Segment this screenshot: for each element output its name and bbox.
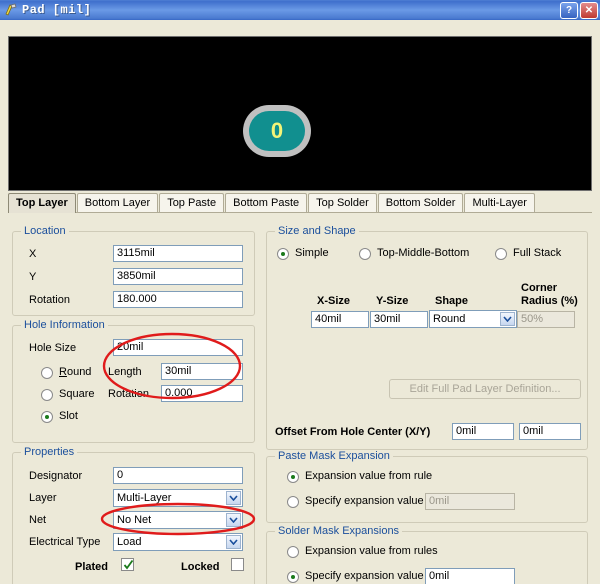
hole-round-label: Round (59, 366, 92, 378)
paste-specify-label: Specify expansion value (305, 495, 424, 507)
corner-radius-header-line1: Corner (521, 282, 558, 294)
paste-mask-expansion-group: Paste Mask Expansion Expansion value fro… (266, 450, 588, 523)
paste-from-rule-label: Expansion value from rule (305, 470, 433, 482)
solder-specify-label: Specify expansion value (305, 570, 424, 582)
tab-top-layer[interactable]: Top Layer (8, 193, 76, 213)
app-icon (3, 2, 19, 18)
pad-properties-dialog: Pad [mil] ? ✕ 0 Top Layer Bottom Layer T… (0, 0, 600, 584)
hole-size-input[interactable]: 20mil (113, 339, 243, 356)
locked-label: Locked (181, 561, 220, 573)
tab-bottom-layer[interactable]: Bottom Layer (76, 193, 159, 212)
tab-bottom-paste[interactable]: Bottom Paste (225, 193, 308, 212)
hole-round-radio[interactable] (41, 367, 53, 379)
rotation-input[interactable]: 180.000 (113, 291, 243, 308)
designator-input[interactable]: 0 (113, 467, 243, 484)
corner-radius-input: 50% (517, 311, 575, 328)
y-input[interactable]: 3850mil (113, 268, 243, 285)
chevron-down-icon[interactable] (226, 491, 241, 505)
corner-radius-header-line2: Radius (%) (521, 295, 578, 307)
shape-combo[interactable]: Round (429, 310, 517, 328)
offset-y-input[interactable]: 0mil (519, 423, 581, 440)
x-label: X (29, 248, 37, 260)
layer-combo-value: Multi-Layer (117, 492, 172, 504)
solder-specify-radio[interactable] (287, 571, 299, 583)
solder-mask-expansions-group-label: Solder Mask Expansions (275, 525, 403, 537)
offset-from-hole-center-label: Offset From Hole Center (X/Y) (275, 426, 431, 438)
hole-rotation-input[interactable]: 0.000 (161, 385, 243, 402)
size-and-shape-group: Size and Shape Simple Top-Middle-Bottom … (266, 225, 588, 450)
full-stack-radio[interactable] (495, 248, 507, 260)
tab-bottom-solder[interactable]: Bottom Solder (377, 193, 464, 212)
paste-from-rule-radio[interactable] (287, 471, 299, 483)
tab-top-paste[interactable]: Top Paste (159, 193, 225, 212)
x-input[interactable]: 3115mil (113, 245, 243, 262)
chevron-down-icon[interactable] (226, 535, 241, 549)
hole-square-label: Square (59, 388, 95, 400)
pad-preview-panel: 0 (8, 36, 592, 191)
y-label: Y (29, 271, 37, 283)
paste-specify-input: 0mil (425, 493, 515, 510)
electrical-type-combo-value: Load (117, 536, 142, 548)
shape-combo-value: Round (433, 313, 466, 325)
hole-size-label: Hole Size (29, 342, 77, 354)
layer-combo[interactable]: Multi-Layer (113, 489, 243, 507)
net-combo[interactable]: No Net (113, 511, 243, 529)
hole-slot-label: Slot (59, 410, 78, 422)
shape-header: Shape (435, 295, 469, 307)
x-size-input[interactable]: 40mil (311, 311, 369, 328)
hole-rotation-label: Rotation (108, 388, 149, 400)
tab-multi-layer[interactable]: Multi-Layer (464, 193, 535, 212)
net-combo-value: No Net (117, 514, 152, 526)
paste-specify-radio[interactable] (287, 496, 299, 508)
title-bar-buttons: ? ✕ (560, 2, 598, 19)
tab-top-solder[interactable]: Top Solder (308, 193, 377, 212)
location-group: Location X 3115mil Y 3850mil Rotation 18… (12, 225, 255, 316)
solder-mask-expansions-group: Solder Mask Expansions Expansion value f… (266, 525, 588, 584)
size-and-shape-group-label: Size and Shape (275, 225, 359, 237)
electrical-type-combo[interactable]: Load (113, 533, 243, 551)
pad-preview-copper: 0 (249, 111, 305, 151)
top-middle-bottom-radio[interactable] (359, 248, 371, 260)
y-size-header: Y-Size (376, 295, 409, 307)
layer-label: Layer (29, 492, 57, 504)
full-stack-label: Full Stack (513, 247, 562, 259)
solder-from-rules-label: Expansion value from rules (305, 545, 438, 557)
hole-information-group-label: Hole Information (21, 319, 108, 331)
pad-preview-designator: 0 (270, 118, 284, 143)
designator-label: Designator (29, 470, 83, 482)
close-button[interactable]: ✕ (580, 2, 598, 19)
simple-mode-label: Simple (295, 247, 329, 259)
layer-tab-strip: Top Layer Bottom Layer Top Paste Bottom … (8, 193, 592, 213)
hole-slot-radio[interactable] (41, 411, 53, 423)
simple-mode-radio[interactable] (277, 248, 289, 260)
chevron-down-icon[interactable] (226, 513, 241, 527)
offset-x-input[interactable]: 0mil (452, 423, 514, 440)
hole-length-input[interactable]: 30mil (161, 363, 243, 380)
plated-label: Plated (75, 561, 109, 573)
hole-square-radio[interactable] (41, 389, 53, 401)
rotation-label: Rotation (29, 294, 70, 306)
window-title: Pad [mil] (22, 3, 92, 17)
edit-full-pad-layer-definition-button: Edit Full Pad Layer Definition... (389, 379, 581, 399)
properties-group-label: Properties (21, 446, 78, 458)
title-bar: Pad [mil] ? ✕ (0, 0, 600, 20)
net-label: Net (29, 514, 47, 526)
dialog-client-area: 0 Top Layer Bottom Layer Top Paste Botto… (0, 20, 600, 584)
locked-checkbox[interactable] (231, 558, 244, 571)
location-group-label: Location (21, 225, 69, 237)
pad-preview-shape: 0 (243, 105, 311, 157)
x-size-header: X-Size (317, 295, 351, 307)
properties-group: Properties Designator 0 Layer Multi-Laye… (12, 446, 255, 584)
hole-information-group: Hole Information Hole Size 20mil Round S… (12, 319, 255, 443)
solder-from-rules-radio[interactable] (287, 546, 299, 558)
plated-checkbox[interactable] (121, 558, 134, 571)
chevron-down-icon[interactable] (500, 312, 515, 326)
solder-specify-input[interactable]: 0mil (425, 568, 515, 584)
hole-length-label: Length (108, 366, 142, 378)
electrical-type-label: Electrical Type (29, 536, 101, 548)
help-button[interactable]: ? (560, 2, 578, 19)
top-middle-bottom-label: Top-Middle-Bottom (377, 247, 470, 259)
y-size-input[interactable]: 30mil (370, 311, 428, 328)
paste-mask-expansion-group-label: Paste Mask Expansion (275, 450, 393, 462)
